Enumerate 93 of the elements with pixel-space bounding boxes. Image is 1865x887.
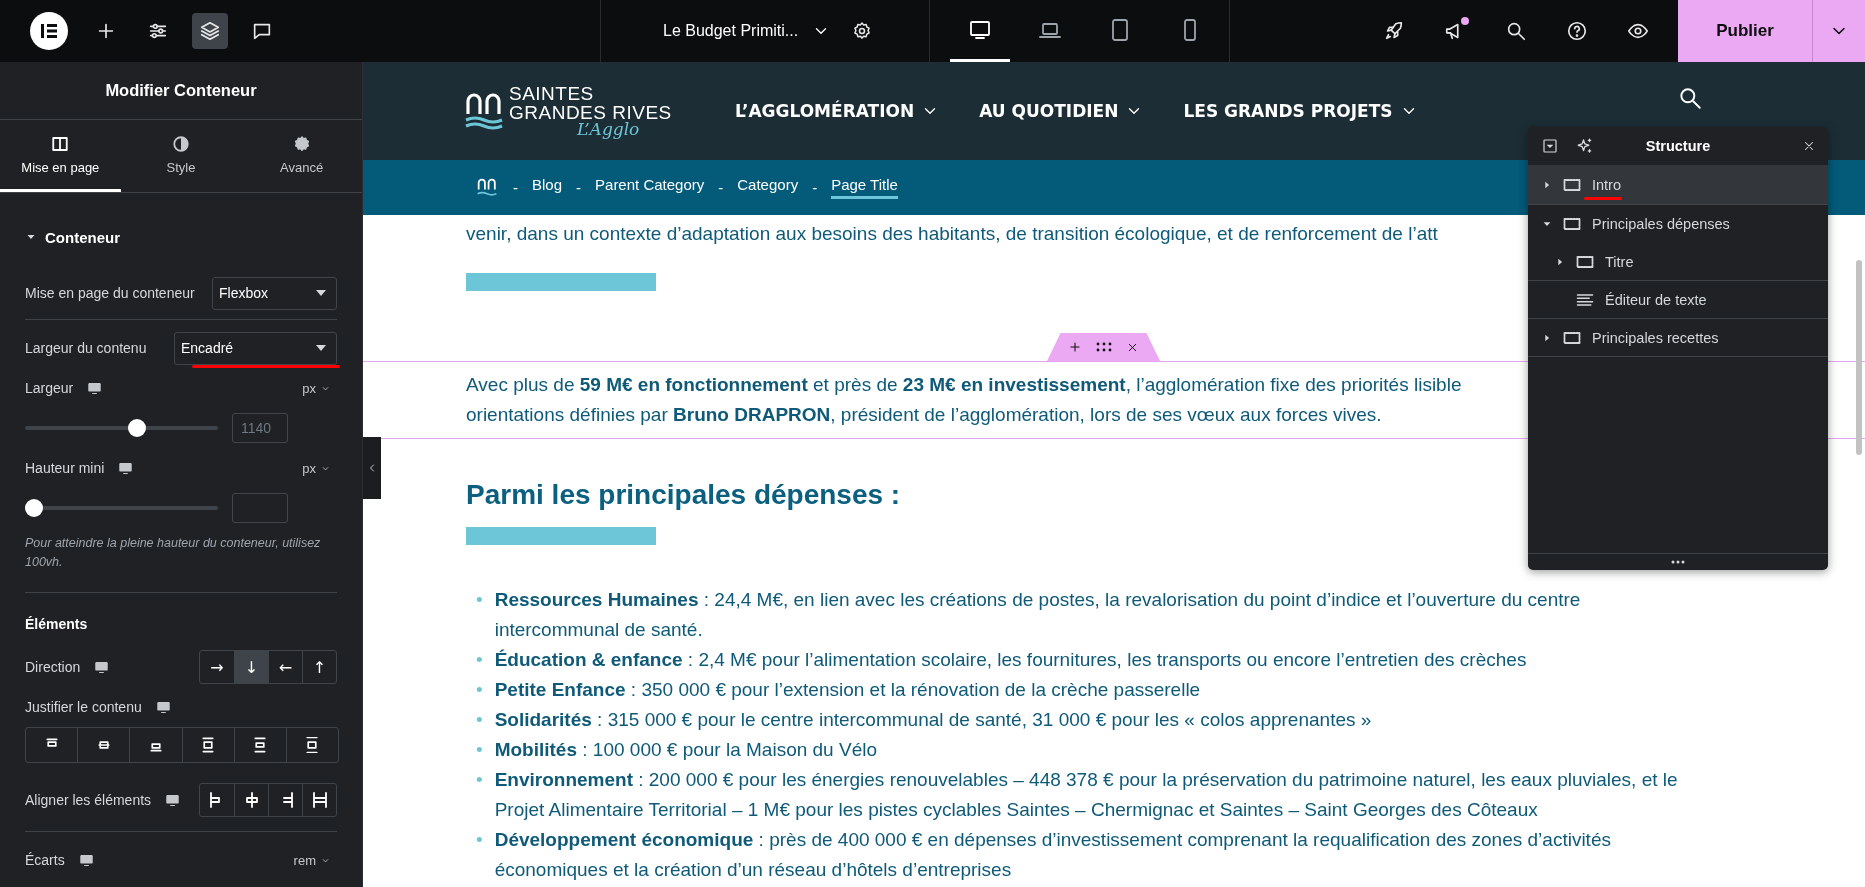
caret-icon [316,345,326,351]
close-icon [1802,139,1816,153]
breadcrumb-link[interactable]: Blog [532,176,563,199]
panel-tab[interactable]: Mise en page [0,120,121,192]
elementor-logo[interactable] [30,12,68,50]
publish-button[interactable]: Publier [1678,0,1812,62]
breadcrumb-link[interactable]: Page Title [831,176,898,199]
more-icon[interactable] [1671,560,1685,564]
breadcrumb-link[interactable]: Category [737,176,799,199]
justify-icon [202,737,215,753]
document-title-dropdown[interactable]: Le Budget Primiti... [659,18,835,44]
bullet: • [476,588,483,612]
paragraph-line: orientations définies par Bruno DRAPRON, président de l’agglomération, lors de ses vœux aux forces vives. [466,403,1382,427]
hint-text: Pour atteindre la pleine hauteur du conteneur, utilisez 100vh. [25,536,321,569]
list-item: Mobilités : 100 000 € pour la Maison du Vélo [494,738,877,762]
panel-title: Structure [1644,138,1712,154]
unit-dropdown[interactable]: rem [287,851,337,869]
navigator-item[interactable]: Principales recettes [1528,319,1828,357]
drag-handle-icon[interactable] [1096,342,1112,352]
navigator-item[interactable]: Titre [1528,243,1828,281]
panel-tab[interactable]: Style [120,120,242,192]
justify-icon [254,737,267,753]
bullet: • [476,828,483,852]
field-label: Largeur [25,380,74,396]
bullet: • [476,768,483,792]
list-item: Éducation & enfance : 2,4 M€ pour l’alimentation scolaire, les fournitures, les transports ou encore l’entretien des crèches [494,648,1527,672]
contrast-icon [172,134,190,153]
justify-icon [306,737,319,753]
bullet: • [476,678,483,702]
nav-menu-item[interactable]: LES GRANDS PROJETS [1183,101,1418,121]
list-item: Ressources Humaines : 24,4 M€, en lien avec les créations de postes, la revalorisation du point d’indice et l’ouverture du centre intercommunal de santé. [494,588,1582,642]
number-field[interactable]: 1140 [232,413,288,443]
bullet: • [476,738,483,762]
nav-menu-item[interactable]: AU QUOTIDIEN [979,101,1144,121]
field-label: Hauteur mini [25,460,105,476]
panel-title: Modifier Conteneur [105,81,257,100]
unit-dropdown[interactable]: px [296,459,337,477]
paragraph-line: Avec plus de 59 M€ en fonctionnement et près de 23 M€ en investissement, l’agglomération fixe des priorités lisible [466,373,1462,397]
bullet: • [476,648,483,672]
direction-button[interactable]: → [200,651,234,683]
breadcrumb-separator: - [812,179,818,196]
field-label: Aligner les éléments [25,792,152,808]
field-label: Justifier le contenu [25,699,142,715]
group-heading: Éléments [25,616,88,632]
caret-icon [316,290,326,296]
gear-icon [852,21,873,41]
panel-tab[interactable]: Avancé [241,120,362,192]
align-icon [312,792,327,808]
site-logo[interactable]: SAINTES GRANDES RIVES L’Agglo [465,83,715,139]
section-title[interactable]: Conteneur [45,228,120,246]
field-label: Mise en page du conteneur [25,285,195,301]
list-item: Petite Enfance : 350 000 € pour l’extension et la rénovation de la crèche passerelle [494,678,1201,702]
section-heading: Parmi les principales dépenses : [466,479,902,511]
add-icon [1068,340,1082,354]
sparkle-icon [1576,137,1594,155]
list-item: Développement économique : près de 400 000 € en dépenses d’investissement comprenant la requalification des zones d’activités économiques et la création d’un réseau d’hôtels d’entreprises [494,828,1612,882]
slider-thumb[interactable] [25,499,43,517]
navigator-item[interactable]: Intro [1528,165,1828,205]
help-icon [1566,20,1588,42]
rocket-icon [1383,20,1405,42]
navigator-item[interactable]: Éditeur de texte [1528,281,1828,319]
breadcrumb-separator: - [718,179,724,196]
bullet: • [476,708,483,732]
breadcrumb-separator: - [576,179,582,196]
breadcrumb-link[interactable]: Parent Category [595,176,705,199]
scrollbar[interactable] [1856,260,1862,455]
ai-button[interactable] [1576,137,1594,155]
search-icon [1505,20,1527,42]
field-label: Largeur du contenu [25,340,147,356]
align-icon [244,792,259,808]
slider-thumb[interactable] [127,419,146,437]
select-field[interactable]: Flexbox [212,276,337,310]
list-item: Solidarités : 315 000 € pour le centre intercommunal de santé, 31 000 € pour les « colos apprenantes » [494,708,1372,732]
direction-button[interactable]: ← [268,651,302,683]
field-label: Écarts [25,852,65,868]
number-field[interactable] [232,493,288,523]
nav-menu-item[interactable]: L’AGGLOMÉRATION [735,101,940,121]
layers-icon [199,20,221,42]
list-item: Environnement : 200 000 € pour les énergies renouvelables – 448 378 € pour la préservation du patrimoine naturel, les eaux pluviales, et le Projet Alimentaire Territorial – 1 M€ pour les pistes cyclables Saintes – Chermignac et Saintes – Saint Georges des Côteaux [494,768,1679,822]
gear-icon [292,134,311,153]
unit-dropdown[interactable]: px [296,379,337,397]
columns-icon [51,134,70,153]
paragraph-line: venir, dans un contexte d’adaptation aux besoins des habitants, de transition écologique, et de renforcement de l’att [466,222,1438,246]
navigator-item[interactable]: Principales dépenses [1528,205,1828,243]
field-label: Direction [25,659,81,675]
direction-button[interactable]: ↑ [302,651,336,683]
collapse-button[interactable] [1542,138,1558,154]
collapse-icon [1542,138,1558,154]
structure-button[interactable] [192,13,228,49]
direction-button[interactable]: ↓ [234,651,268,683]
select-field[interactable]: Encadré [174,331,337,365]
breadcrumb-separator: - [513,179,518,196]
close-button[interactable] [1802,139,1816,153]
